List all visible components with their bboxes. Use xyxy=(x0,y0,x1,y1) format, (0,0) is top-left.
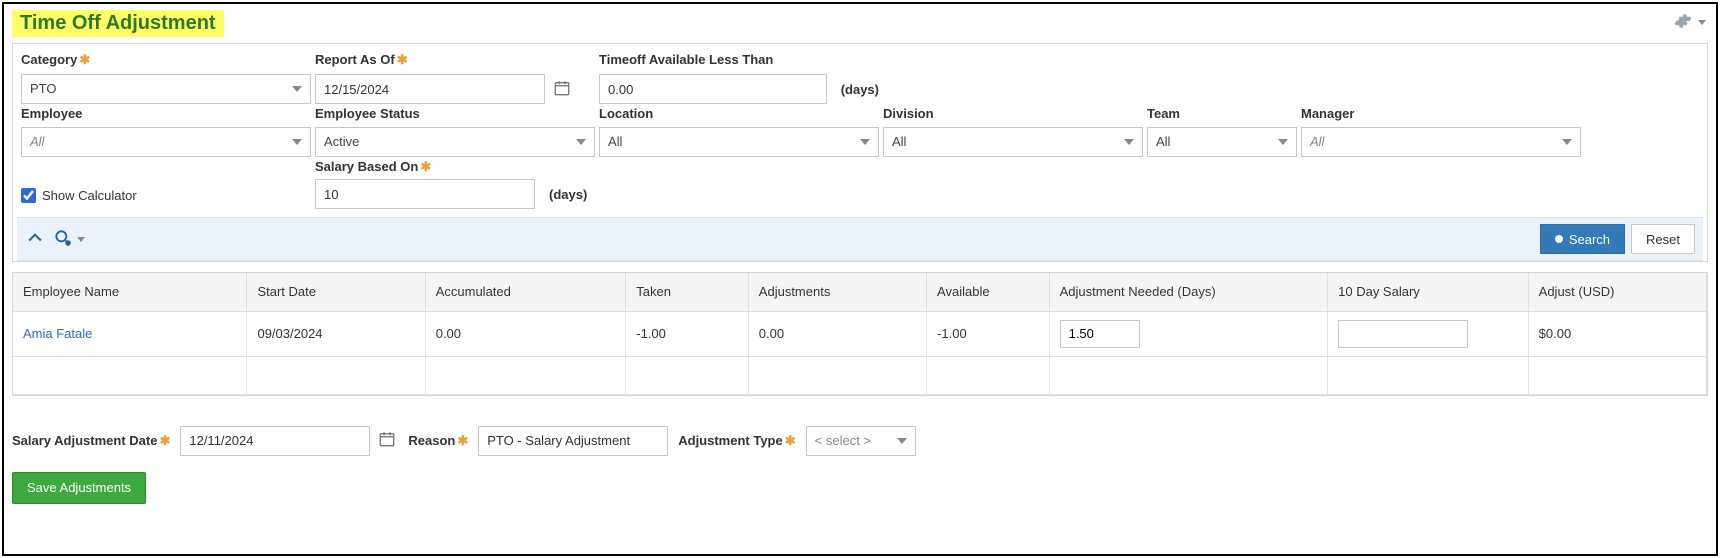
employee-status-select[interactable]: Active xyxy=(315,127,595,157)
calendar-icon xyxy=(378,430,396,451)
results-table: Employee Name Start Date Accumulated Tak… xyxy=(12,272,1708,396)
report-as-of-calendar-button[interactable] xyxy=(551,78,573,100)
cell-ten-day-salary xyxy=(1328,311,1529,356)
label-location: Location xyxy=(599,106,879,121)
cell-start-date: 09/03/2024 xyxy=(247,311,425,356)
collapse-icon[interactable] xyxy=(25,228,45,251)
label-salary-adj-date: Salary Adjustment Date✱ xyxy=(12,433,170,449)
cell-adj-needed xyxy=(1049,311,1328,356)
cell-available: -1.00 xyxy=(927,311,1050,356)
ten-day-salary-input[interactable] xyxy=(1338,320,1468,348)
salary-based-on-input[interactable] xyxy=(315,179,535,209)
footer-controls: Salary Adjustment Date✱ Reason✱ Adjustme… xyxy=(12,426,1708,456)
chevron-down-icon xyxy=(1698,20,1706,25)
table-row: Amia Fatale 09/03/2024 0.00 -1.00 0.00 -… xyxy=(13,311,1707,356)
team-select[interactable]: All xyxy=(1147,127,1297,157)
adj-needed-input[interactable] xyxy=(1060,320,1140,348)
page-title: Time Off Adjustment xyxy=(12,10,224,37)
reset-button[interactable]: Reset xyxy=(1631,224,1695,254)
cell-accumulated: 0.00 xyxy=(425,311,626,356)
label-division: Division xyxy=(883,106,1143,121)
division-select[interactable]: All xyxy=(883,127,1143,157)
label-timeoff-less: Timeoff Available Less Than xyxy=(599,52,879,68)
search-settings-button[interactable] xyxy=(53,228,85,251)
show-calculator-checkbox[interactable] xyxy=(21,188,36,203)
th-taken[interactable]: Taken xyxy=(626,273,749,311)
calendar-icon xyxy=(553,79,571,100)
report-as-of-input[interactable] xyxy=(315,74,545,104)
employee-name-link[interactable]: Amia Fatale xyxy=(13,311,247,356)
filter-panel: Category✱ Report As Of✱ Timeoff Availabl… xyxy=(12,43,1708,262)
salary-adj-date-input[interactable] xyxy=(180,426,370,456)
th-start-date[interactable]: Start Date xyxy=(247,273,425,311)
th-employee-name[interactable]: Employee Name xyxy=(13,273,247,311)
gear-icon xyxy=(1674,12,1692,33)
adjustment-type-select[interactable]: < select > xyxy=(806,426,916,456)
app-frame: Time Off Adjustment Category✱ Report As … xyxy=(2,2,1718,556)
search-button-label: Search xyxy=(1569,232,1610,247)
cell-adjustments: 0.00 xyxy=(748,311,926,356)
show-calculator-label: Show Calculator xyxy=(42,188,137,203)
search-toolbar: Search Reset xyxy=(17,217,1703,261)
reason-input[interactable] xyxy=(478,426,668,456)
th-adj-needed[interactable]: Adjustment Needed (Days) xyxy=(1049,273,1328,311)
table-row-empty xyxy=(13,356,1707,394)
location-select[interactable]: All xyxy=(599,127,879,157)
bullet-icon xyxy=(1555,235,1563,243)
label-adj-type: Adjustment Type✱ xyxy=(678,433,795,449)
settings-menu[interactable] xyxy=(1674,12,1706,33)
salary-adj-date-calendar-button[interactable] xyxy=(376,430,398,452)
label-reason: Reason✱ xyxy=(408,433,468,449)
save-adjustments-button[interactable]: Save Adjustments xyxy=(12,472,146,504)
search-button[interactable]: Search xyxy=(1540,224,1625,254)
label-manager: Manager xyxy=(1301,106,1581,121)
table-header-row: Employee Name Start Date Accumulated Tak… xyxy=(13,273,1707,311)
search-gear-icon xyxy=(53,228,73,251)
manager-select[interactable]: All xyxy=(1301,127,1581,157)
label-employee-status: Employee Status xyxy=(315,106,595,121)
timeoff-less-input[interactable] xyxy=(599,74,827,104)
th-available[interactable]: Available xyxy=(927,273,1050,311)
th-ten-day-salary[interactable]: 10 Day Salary xyxy=(1328,273,1529,311)
label-employee: Employee xyxy=(21,106,311,121)
label-salary-based-on: Salary Based On✱ xyxy=(315,159,595,175)
employee-select[interactable]: All xyxy=(21,127,311,157)
salary-based-on-unit: (days) xyxy=(549,187,587,202)
filter-grid: Category✱ Report As Of✱ Timeoff Availabl… xyxy=(17,48,1703,217)
timeoff-less-unit: (days) xyxy=(841,82,879,97)
th-adjust-usd[interactable]: Adjust (USD) xyxy=(1528,273,1706,311)
label-report-as-of: Report As Of✱ xyxy=(315,52,595,68)
label-team: Team xyxy=(1147,106,1297,121)
category-select[interactable]: PTO xyxy=(21,74,311,104)
cell-adjust-usd: $0.00 xyxy=(1528,311,1706,356)
th-adjustments[interactable]: Adjustments xyxy=(748,273,926,311)
th-accumulated[interactable]: Accumulated xyxy=(425,273,626,311)
label-category: Category✱ xyxy=(21,52,311,68)
chevron-down-icon xyxy=(77,237,85,242)
cell-taken: -1.00 xyxy=(626,311,749,356)
